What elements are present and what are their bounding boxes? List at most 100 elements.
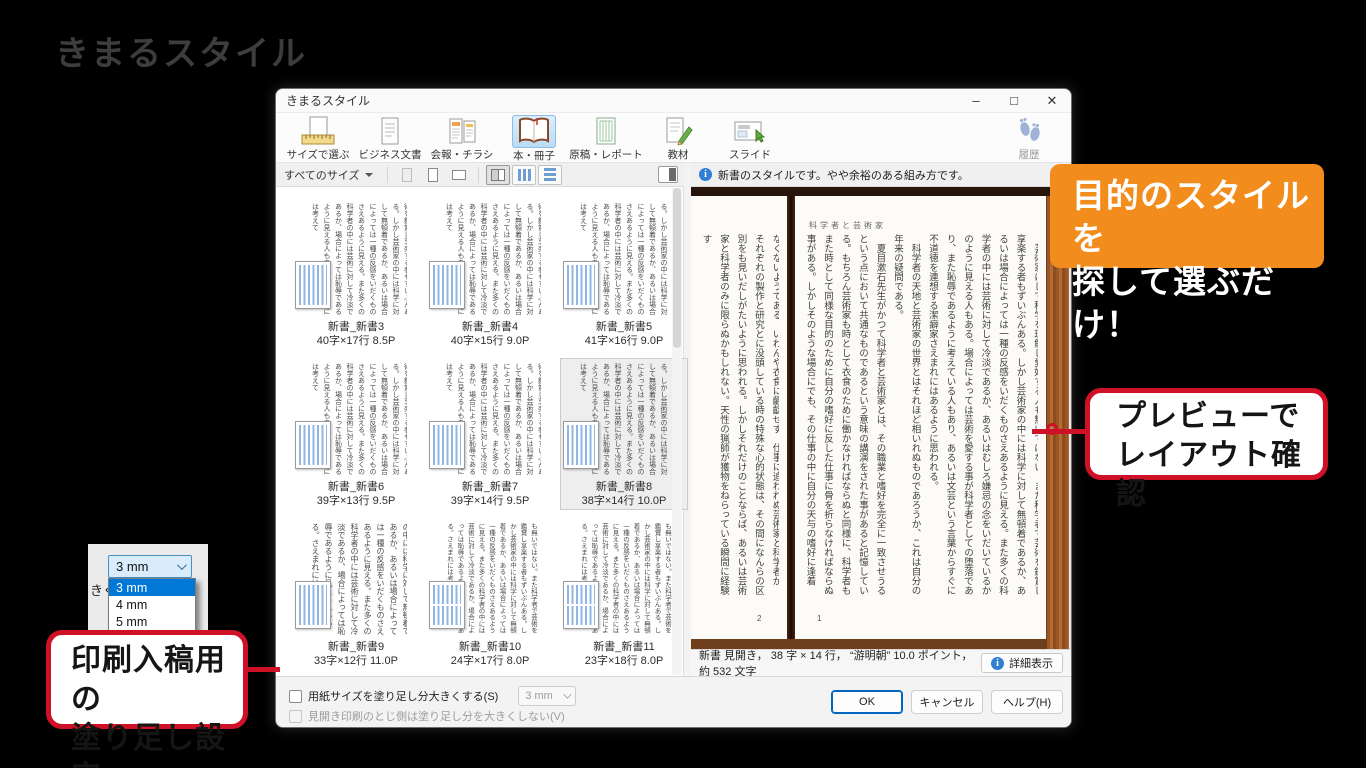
preview-status-bar: 新書 見開き， 38 字 × 14 行， “游明朝” 10.0 ポイント， 約 … bbox=[691, 649, 1071, 676]
bleed-size-option-list: 3 mm 4 mm 5 mm bbox=[108, 578, 196, 631]
style-spec: 39字×14行 9.5P bbox=[427, 492, 553, 508]
cancel-button[interactable]: キャンセル bbox=[911, 690, 983, 714]
horizontal-bars-icon bbox=[544, 168, 556, 181]
style-item-shinsho7[interactable]: 芸術家にして科学を理解し愛好する人も無いではない。また科学者で芸術を鑑賞し享楽す… bbox=[426, 358, 554, 510]
right-page-text: 芸術家にして科学を理解し愛好する人も無いではない。また科学者で芸術を鑑賞し享楽す… bbox=[801, 234, 1038, 599]
toolbar-item-history[interactable]: 履歴 bbox=[993, 114, 1065, 162]
style-spec: 33字×12行 11.0P bbox=[293, 652, 419, 668]
view-vertical-columns-button[interactable] bbox=[512, 165, 536, 185]
page-layout-icon bbox=[563, 261, 599, 309]
book-spread-icon bbox=[491, 169, 505, 181]
toolbar-label: 本・冊子 bbox=[513, 148, 555, 163]
portrait-filter-button[interactable] bbox=[421, 165, 445, 185]
toolbar-label: スライド bbox=[729, 147, 771, 162]
chevron-down-icon bbox=[564, 690, 572, 698]
new-page-button[interactable] bbox=[395, 165, 419, 185]
landscape-filter-button[interactable] bbox=[447, 165, 471, 185]
style-item-shinsho6[interactable]: 芸術家にして科学を理解し愛好する人も無いではない。また科学者で芸術を鑑賞し享楽す… bbox=[292, 358, 420, 510]
callout-pick-style: 目的のスタイルを 探して選ぶだけ！ bbox=[1050, 164, 1324, 268]
page-layout-icon bbox=[295, 581, 331, 629]
open-book-icon bbox=[512, 115, 556, 148]
bleed-size-combo[interactable]: 3 mm bbox=[108, 555, 192, 578]
option-4mm[interactable]: 4 mm bbox=[109, 596, 195, 613]
styles-scrollbar[interactable] bbox=[672, 188, 682, 675]
toolbar-label: 会報・チラシ bbox=[431, 147, 494, 162]
style-spec: 40字×17行 8.5P bbox=[293, 332, 419, 348]
slide-cursor-icon bbox=[728, 115, 772, 147]
list-toolbar: すべてのサイズ bbox=[276, 163, 684, 187]
ok-button[interactable]: OK bbox=[831, 690, 903, 714]
maximize-button[interactable]: □ bbox=[995, 89, 1033, 113]
toolbar-item-teaching-material[interactable]: 教材 bbox=[642, 114, 714, 162]
toolbar-label: ビジネス文書 bbox=[359, 147, 422, 162]
style-item-shinsho10[interactable]: 芸術家にして科学を理解し愛好する人も無いではない。また科学者で芸術を鑑賞し享楽す… bbox=[426, 518, 554, 670]
bleed-enlarge-checkbox[interactable] bbox=[289, 690, 302, 703]
style-list-pane: 芸術家にして科学を理解し愛好する人も無いではない。また科学者で芸術を鑑賞し享楽す… bbox=[276, 187, 684, 676]
toolbar-item-book-booklet[interactable]: 本・冊子 bbox=[498, 114, 570, 162]
portrait-page-icon bbox=[428, 168, 438, 182]
style-spec: 24字×17行 8.0P bbox=[427, 652, 553, 668]
page-layout-icon bbox=[295, 421, 331, 469]
left-page-text: して、いつのまにかそれが仕事であるという事を忘れ、無我の境に入りうる機会も少なく… bbox=[697, 234, 779, 599]
left-page-number: 2 bbox=[757, 614, 761, 623]
footsteps-icon bbox=[1007, 115, 1051, 147]
page-pencil-icon bbox=[656, 115, 700, 147]
bleed-size-dropdown[interactable]: 3 mm bbox=[518, 686, 576, 706]
chevron-down-icon bbox=[365, 173, 373, 177]
toolbar-label: 教材 bbox=[668, 147, 689, 162]
style-item-shinsho5[interactable]: 芸術家にして科学を理解し愛好する人も無いではない。また科学者で芸術を鑑賞し享楽す… bbox=[560, 198, 688, 350]
page-layout-icon bbox=[295, 261, 331, 309]
style-spec: 23字×18行 8.0P bbox=[561, 652, 687, 668]
page-layout-icon-two-column bbox=[429, 581, 465, 629]
style-item-shinsho3[interactable]: 芸術家にして科学を理解し愛好する人も無いではない。また科学者で芸術を鑑賞し享楽す… bbox=[292, 198, 420, 350]
ruler-page-icon bbox=[296, 115, 340, 147]
callout-bleed-note: 印刷入稿用の 塗り足し設定 bbox=[46, 630, 248, 729]
spread-binding-label: 見開き印刷のとじ側は塗り足し分を大きくしない(V) bbox=[308, 708, 565, 724]
preview-pane: して、いつのまにかそれが仕事であるという事を忘れ、無我の境に入りうる機会も少なく… bbox=[691, 187, 1072, 649]
scrollbar-thumb[interactable] bbox=[673, 188, 681, 348]
page-layout-icon bbox=[429, 421, 465, 469]
callout-preview-check: プレビューで レイアウト確認 bbox=[1085, 388, 1328, 480]
size-filter-dropdown[interactable]: すべてのサイズ bbox=[276, 163, 381, 186]
detail-view-button[interactable]: i 詳細表示 bbox=[981, 653, 1063, 673]
preview-right-page: 科学者と芸術家 芸術家にして科学を理解し愛好する人も無いではない。また科学者で芸… bbox=[795, 196, 1046, 639]
page-layout-icon bbox=[563, 421, 599, 469]
panel-toggle-button[interactable] bbox=[658, 166, 678, 183]
style-description: 新書のスタイルです。やや余裕のある組み方です。 bbox=[718, 167, 969, 183]
toolbar-item-newsletter-flyer[interactable]: 会報・チラシ bbox=[426, 114, 498, 162]
style-info-bar: i 新書のスタイルです。やや余裕のある組み方です。 bbox=[691, 163, 1071, 187]
dropdown-inset-screenshot: きくし 3 mm 3 mm 4 mm 5 mm bbox=[88, 544, 208, 630]
manuscript-grid-icon bbox=[584, 115, 628, 147]
option-3mm[interactable]: 3 mm bbox=[109, 579, 195, 596]
spread-binding-checkbox[interactable] bbox=[289, 710, 302, 723]
style-spec: 41字×16行 9.0P bbox=[561, 332, 687, 348]
view-horizontal-rows-button[interactable] bbox=[538, 165, 562, 185]
style-spec: 40字×15行 9.0P bbox=[427, 332, 553, 348]
window-title: きまるスタイル bbox=[276, 92, 957, 109]
style-item-shinsho11[interactable]: 芸術家にして科学を理解し愛好する人も無いではない。また科学者で芸術を鑑賞し享楽す… bbox=[560, 518, 688, 670]
chevron-down-icon bbox=[177, 560, 187, 570]
page-layout-icon-two-column bbox=[563, 581, 599, 629]
toolbar-item-business-doc[interactable]: ビジネス文書 bbox=[354, 114, 426, 162]
style-item-shinsho4[interactable]: 芸術家にして科学を理解し愛好する人も無いではない。また科学者で芸術を鑑賞し享楽す… bbox=[426, 198, 554, 350]
style-item-shinsho9[interactable]: 芸術家にして科学を理解し愛好する人も無いではない。また科学者で芸術を鑑賞し享楽す… bbox=[292, 518, 420, 670]
style-spec: 38字×14行 10.0P bbox=[561, 492, 687, 508]
style-summary: 新書 見開き， 38 字 × 14 行， “游明朝” 10.0 ポイント， 約 … bbox=[699, 647, 981, 679]
category-toolbar: サイズで選ぶ ビジネス文書 bbox=[276, 113, 1071, 163]
preview-callout-connector bbox=[1032, 429, 1087, 434]
toolbar-item-slide[interactable]: スライド bbox=[714, 114, 786, 162]
close-button[interactable]: ✕ bbox=[1033, 89, 1071, 113]
help-button[interactable]: ヘルプ(H) bbox=[991, 690, 1063, 714]
toolbar-item-size-select[interactable]: サイズで選ぶ bbox=[282, 114, 354, 162]
toolbar-item-manuscript-report[interactable]: 原稿・レポート bbox=[570, 114, 642, 162]
screenshot-root: きまるスタイル きまるスタイル – □ ✕ サイズで選ぶ bbox=[0, 0, 1366, 768]
style-item-shinsho8-selected[interactable]: 芸術家にして科学を理解し愛好する人も無いではない。また科学者で芸術を鑑賞し享楽す… bbox=[560, 358, 688, 510]
app-window: きまるスタイル – □ ✕ サイズで選ぶ bbox=[275, 88, 1072, 728]
option-5mm[interactable]: 5 mm bbox=[109, 613, 195, 630]
toolbar-label: 原稿・レポート bbox=[569, 147, 643, 162]
view-book-spread-button[interactable] bbox=[486, 165, 510, 185]
style-spec: 39字×13行 9.5P bbox=[293, 492, 419, 508]
vertical-bars-icon bbox=[518, 169, 531, 181]
preview-left-page: して、いつのまにかそれが仕事であるという事を忘れ、無我の境に入りうる機会も少なく… bbox=[691, 196, 787, 639]
minimize-button[interactable]: – bbox=[957, 89, 995, 113]
